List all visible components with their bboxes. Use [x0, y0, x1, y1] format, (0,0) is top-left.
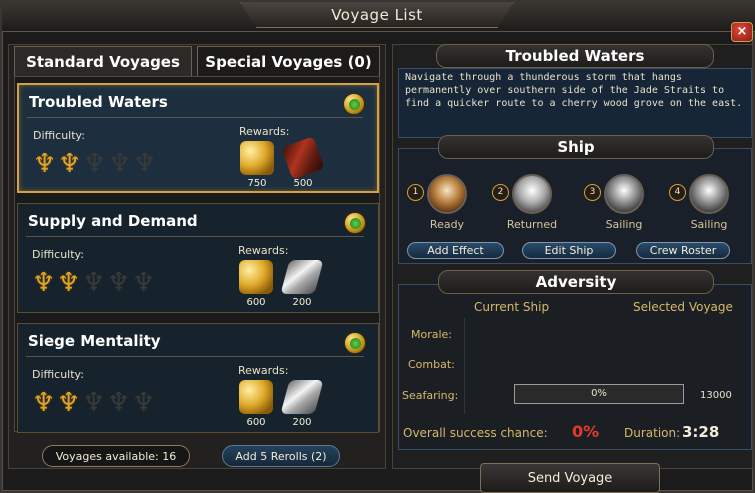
voyage-list: Troubled Waters Difficulty: ♆ ♆ ♆ ♆ ♆ Re… [14, 76, 380, 433]
reward-item: 200 [280, 260, 324, 308]
difficulty-label: Difficulty: [33, 129, 85, 142]
trident-icon: ♆ [132, 388, 156, 418]
trident-icon: ♆ [58, 149, 82, 179]
ship-icon [689, 174, 729, 214]
gold-icon [239, 380, 273, 414]
adversity-header: Adversity [438, 270, 714, 294]
ship-icon [604, 174, 644, 214]
ship-icon [427, 174, 467, 214]
close-button[interactable]: × [731, 22, 753, 42]
ship-slot-number: 4 [669, 184, 686, 201]
reward-item: 600 [236, 380, 276, 428]
reroll-icon[interactable] [344, 212, 366, 234]
send-voyage-button[interactable]: Send Voyage [480, 463, 660, 493]
trident-icon: ♆ [83, 149, 107, 179]
reward-amount: 600 [246, 297, 266, 308]
title-bar: Voyage List [2, 2, 755, 32]
voyage-description: Navigate through a thunderous storm that… [398, 68, 752, 138]
reward-amount: 200 [292, 417, 312, 428]
success-chance-label: Overall success chance: [403, 426, 548, 440]
ship-status: Ready [429, 218, 465, 231]
difficulty-label: Difficulty: [32, 248, 84, 261]
edit-ship-button[interactable]: Edit Ship [522, 242, 616, 259]
voyage-list-window: Voyage List × Standard Voyages Special V… [0, 0, 755, 493]
reward-amount: 750 [247, 178, 267, 189]
voyage-name: Supply and Demand [28, 212, 198, 230]
current-ship-column-label: Current Ship [474, 300, 550, 314]
trident-icon: ♆ [107, 268, 131, 298]
trident-icon: ♆ [57, 388, 81, 418]
progress-text: 0% [591, 388, 607, 399]
difficulty-rating: ♆ ♆ ♆ ♆ ♆ [33, 149, 157, 179]
voyage-detail-title: Troubled Waters [436, 44, 714, 68]
rewards-label: Rewards: [238, 244, 289, 257]
voyage-card-troubled-waters[interactable]: Troubled Waters Difficulty: ♆ ♆ ♆ ♆ ♆ Re… [17, 83, 379, 193]
voyage-name: Siege Mentality [28, 332, 161, 350]
selected-voyage-column-label: Selected Voyage [633, 300, 733, 314]
divider [26, 236, 364, 237]
voyage-card-siege-mentality[interactable]: Siege Mentality Difficulty: ♆ ♆ ♆ ♆ ♆ Re… [17, 323, 379, 433]
trident-icon: ♆ [82, 268, 106, 298]
tab-special-voyages[interactable]: Special Voyages (0) [197, 46, 380, 76]
ship-header: Ship [438, 135, 714, 159]
silver-icon [280, 260, 324, 294]
ship-status: Sailing [690, 218, 728, 231]
voyage-name: Troubled Waters [29, 93, 168, 111]
add-effect-button[interactable]: Add Effect [407, 242, 504, 259]
reward-amount: 200 [292, 297, 312, 308]
divider [27, 117, 363, 118]
ship-icon [512, 174, 552, 214]
close-icon: × [736, 24, 748, 39]
silver-icon [280, 380, 324, 414]
voyages-available-counter: Voyages available: 16 [42, 445, 190, 467]
trident-icon: ♆ [107, 388, 131, 418]
reroll-icon[interactable] [343, 93, 365, 115]
add-rerolls-button[interactable]: Add 5 Rerolls (2) [222, 445, 340, 467]
reward-item: 500 [281, 136, 325, 189]
difficulty-rating: ♆ ♆ ♆ ♆ ♆ [32, 388, 156, 418]
seafaring-progress-bar: 0% [514, 384, 684, 404]
ship-slot-number: 2 [492, 184, 509, 201]
reward-amount: 600 [246, 417, 266, 428]
trident-icon: ♆ [32, 388, 56, 418]
trident-icon: ♆ [57, 268, 81, 298]
rewards-label: Rewards: [238, 364, 289, 377]
duration-label: Duration: [624, 426, 681, 440]
combat-label: Combat: [408, 358, 455, 371]
divider [26, 356, 364, 357]
gold-icon [239, 260, 273, 294]
seafaring-label: Seafaring: [402, 389, 459, 402]
reward-item: 750 [237, 141, 277, 189]
ship-slot-number: 1 [407, 184, 424, 201]
reroll-icon[interactable] [344, 332, 366, 354]
trident-icon: ♆ [108, 149, 132, 179]
trident-icon: ♆ [133, 149, 157, 179]
difficulty-rating: ♆ ♆ ♆ ♆ ♆ [32, 268, 156, 298]
crew-roster-button[interactable]: Crew Roster [636, 242, 730, 259]
window-title: Voyage List [240, 2, 514, 28]
seafaring-max: 13000 [700, 390, 732, 401]
trident-icon: ♆ [33, 149, 57, 179]
difficulty-label: Difficulty: [32, 368, 84, 381]
ship-status: Sailing [605, 218, 643, 231]
ship-status: Returned [506, 218, 558, 231]
morale-label: Morale: [411, 328, 453, 341]
trident-icon: ♆ [32, 268, 56, 298]
reward-item: 600 [236, 260, 276, 308]
trident-icon: ♆ [82, 388, 106, 418]
gold-icon [240, 141, 274, 175]
ship-slot-number: 3 [584, 184, 601, 201]
reward-item: 200 [280, 380, 324, 428]
tab-standard-voyages[interactable]: Standard Voyages [14, 46, 192, 76]
trident-icon: ♆ [132, 268, 156, 298]
wood-icon [281, 136, 325, 180]
voyage-card-supply-and-demand[interactable]: Supply and Demand Difficulty: ♆ ♆ ♆ ♆ ♆ … [17, 203, 379, 313]
duration-value: 3:28 [682, 423, 720, 441]
rewards-label: Rewards: [239, 125, 290, 138]
success-chance-value: 0% [572, 422, 600, 441]
reward-amount: 500 [293, 178, 313, 189]
